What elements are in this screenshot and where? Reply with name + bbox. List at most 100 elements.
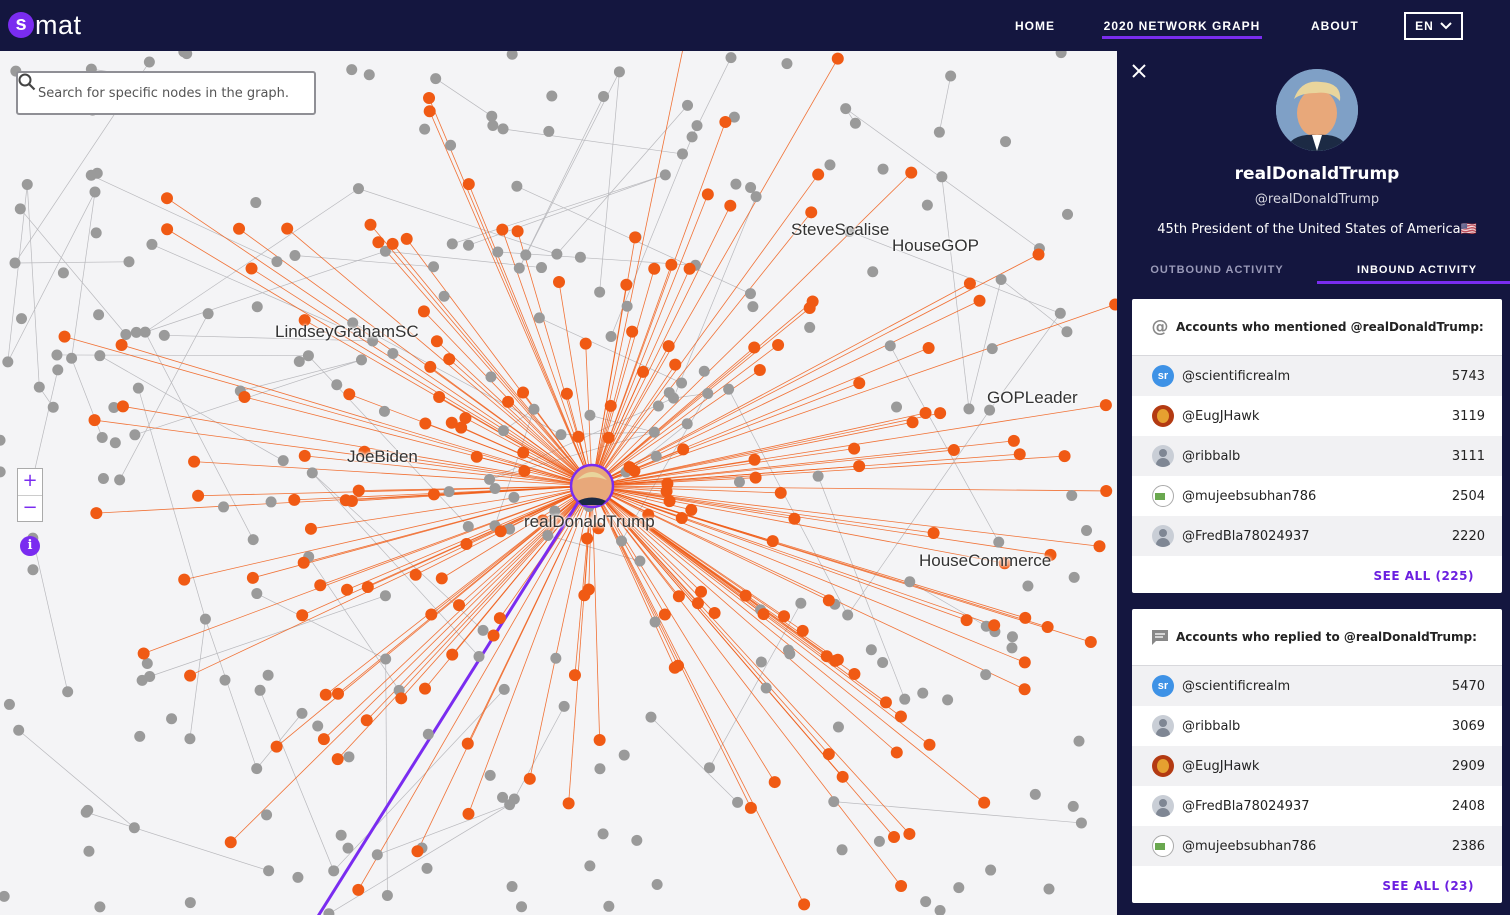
graph-node[interactable] [840, 103, 852, 115]
graph-node[interactable] [744, 288, 756, 300]
highlighted-node[interactable] [685, 503, 698, 516]
highlighted-node[interactable] [562, 797, 575, 810]
node-label-realdonaldtrump[interactable]: realDonaldTrump [524, 512, 655, 532]
highlighted-node[interactable] [430, 335, 443, 348]
highlighted-node[interactable] [360, 714, 373, 727]
highlighted-node[interactable] [517, 386, 530, 399]
graph-node[interactable] [83, 845, 95, 857]
graph-node[interactable] [652, 400, 664, 412]
highlighted-node[interactable] [137, 647, 150, 660]
graph-node[interactable] [933, 126, 945, 138]
info-icon[interactable]: i [20, 536, 40, 556]
node-label-gopleader[interactable]: GOPLeader [987, 388, 1078, 408]
language-select[interactable]: EN [1404, 12, 1463, 40]
highlighted-node[interactable] [895, 879, 908, 892]
tab-outbound-activity[interactable]: OUTBOUND ACTIVITY [1117, 257, 1317, 284]
graph-node[interactable] [0, 434, 6, 446]
graph-node[interactable] [594, 763, 606, 775]
highlighted-node[interactable] [281, 222, 294, 235]
graph-node[interactable] [21, 178, 33, 190]
highlighted-node[interactable] [115, 338, 128, 351]
highlighted-node[interactable] [672, 590, 685, 603]
graph-node[interactable] [419, 123, 431, 135]
highlighted-node[interactable] [161, 223, 174, 236]
graph-node[interactable] [733, 476, 745, 488]
graph-node[interactable] [682, 99, 694, 111]
graph-node[interactable] [1054, 307, 1066, 319]
highlighted-node[interactable] [517, 446, 530, 459]
graph-node[interactable] [877, 163, 889, 175]
highlighted-node[interactable] [796, 624, 809, 637]
highlighted-node[interactable] [372, 236, 385, 249]
graph-node[interactable] [251, 763, 263, 775]
graph-node[interactable] [528, 403, 540, 415]
graph-node[interactable] [1068, 571, 1080, 583]
graph-node[interactable] [698, 365, 710, 377]
highlighted-node[interactable] [178, 573, 191, 586]
graph-node[interactable] [594, 286, 606, 298]
graph-node[interactable] [836, 844, 848, 856]
graph-node[interactable] [443, 486, 455, 498]
graph-node[interactable] [631, 834, 643, 846]
highlighted-node[interactable] [386, 237, 399, 250]
highlighted-node[interactable] [246, 571, 259, 584]
graph-node[interactable] [676, 148, 688, 160]
graph-node[interactable] [506, 51, 518, 60]
highlighted-node[interactable] [1109, 298, 1117, 311]
graph-node[interactable] [134, 730, 146, 742]
highlighted-node[interactable] [822, 594, 835, 607]
graph-node[interactable] [62, 686, 74, 698]
highlighted-node[interactable] [298, 449, 311, 462]
graph-node[interactable] [782, 644, 794, 656]
graph-node[interactable] [141, 658, 153, 670]
graph-node[interactable] [891, 401, 903, 413]
network-graph[interactable] [0, 51, 1117, 915]
graph-node[interactable] [873, 835, 885, 847]
highlighted-node[interactable] [748, 453, 761, 466]
graph-node[interactable] [621, 300, 633, 312]
highlighted-node[interactable] [919, 407, 932, 420]
highlighted-node[interactable] [822, 748, 835, 761]
graph-node[interactable] [346, 64, 358, 76]
highlighted-node[interactable] [1032, 248, 1045, 261]
highlighted-node[interactable] [604, 399, 617, 412]
highlighted-node[interactable] [602, 431, 615, 444]
graph-node[interactable] [676, 377, 688, 389]
node-search-box[interactable] [16, 71, 316, 115]
graph-node[interactable] [1073, 735, 1085, 747]
highlighted-node[interactable] [906, 416, 919, 429]
highlighted-node[interactable] [628, 464, 641, 477]
highlighted-node[interactable] [812, 168, 825, 181]
graph-node[interactable] [555, 429, 567, 441]
graph-node[interactable] [265, 496, 277, 508]
network-graph-canvas[interactable]: realDonaldTrump LindseyGrahamSC JoeBiden… [0, 51, 1117, 915]
highlighted-node[interactable] [423, 91, 436, 104]
highlighted-node[interactable] [433, 390, 446, 403]
graph-node[interactable] [1066, 489, 1078, 501]
graph-node[interactable] [462, 520, 474, 532]
highlighted-node[interactable] [988, 619, 1001, 632]
highlighted-node[interactable] [90, 507, 103, 520]
graph-node[interactable] [613, 66, 625, 78]
graph-node[interactable] [497, 791, 509, 803]
graph-node[interactable] [371, 849, 383, 861]
highlighted-node[interactable] [425, 608, 438, 621]
graph-node[interactable] [849, 117, 861, 129]
account-row[interactable]: sr @scientificrealm 5470 [1132, 666, 1502, 706]
highlighted-node[interactable] [518, 464, 531, 477]
highlighted-node[interactable] [579, 337, 592, 350]
graph-node[interactable] [995, 274, 1007, 285]
nav-home-link[interactable]: HOME [1015, 0, 1055, 51]
graph-node[interactable] [247, 534, 259, 546]
highlighted-node[interactable] [581, 532, 594, 545]
account-row[interactable]: @ribbalb 3111 [1132, 436, 1502, 476]
nav-network-graph-link[interactable]: 2020 NETWORK GRAPH [1102, 0, 1262, 51]
highlighted-node[interactable] [836, 770, 849, 783]
graph-node[interactable] [980, 669, 992, 681]
graph-node[interactable] [261, 809, 273, 821]
highlighted-node[interactable] [620, 278, 633, 291]
graph-node[interactable] [199, 613, 211, 625]
highlighted-node[interactable] [888, 831, 901, 844]
highlighted-node[interactable] [1019, 611, 1032, 624]
highlighted-node[interactable] [343, 388, 356, 401]
